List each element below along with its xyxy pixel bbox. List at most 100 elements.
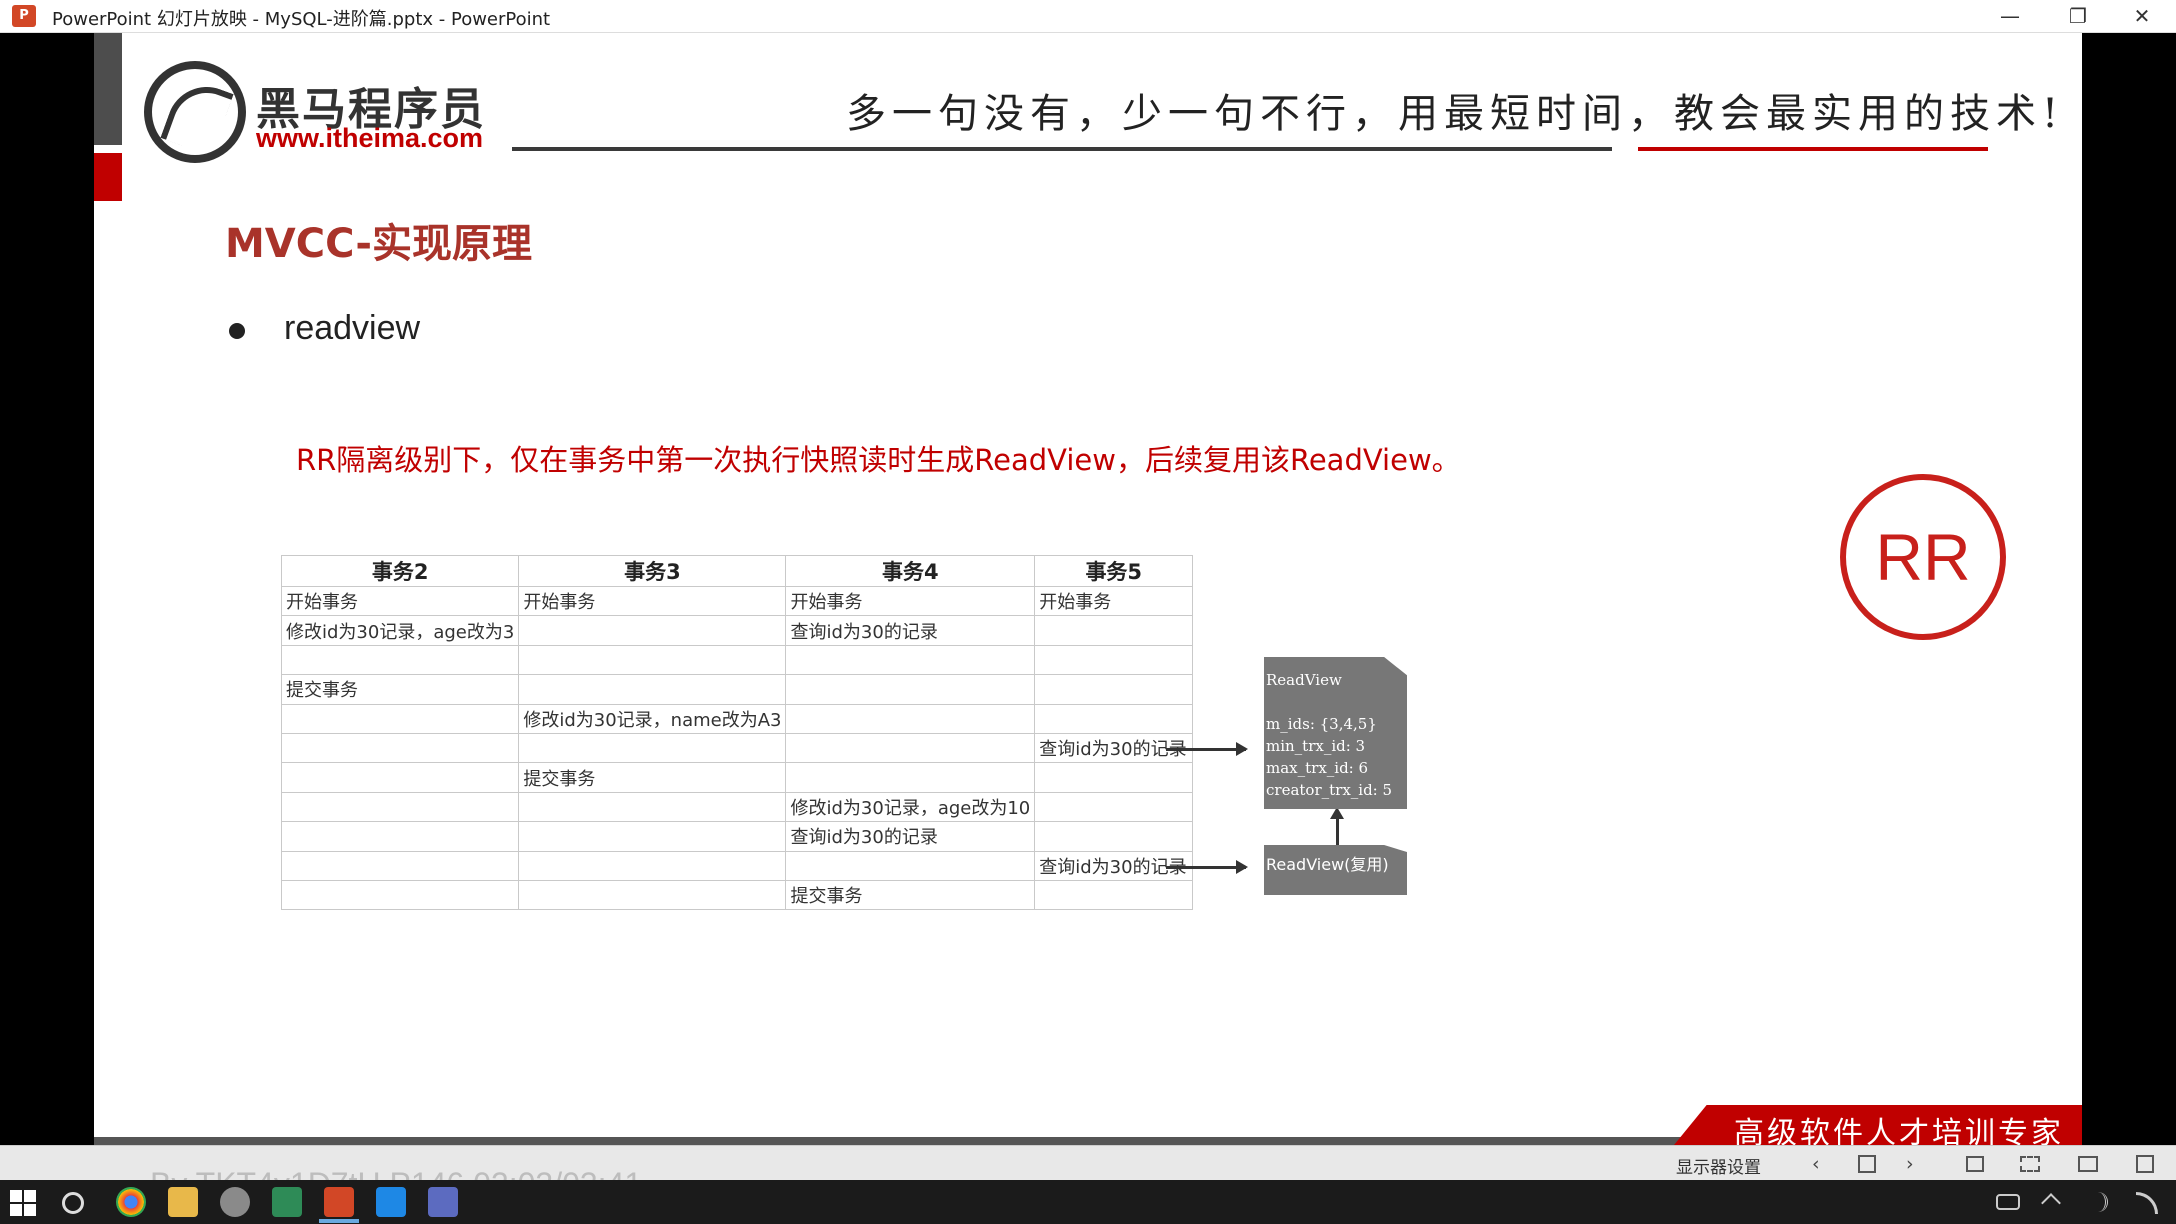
table-cell: 开始事务 (1034, 585, 1194, 617)
table-row: 修改id为30记录，age改为3 查询id为30的记录 (280, 615, 1194, 646)
table-cell (280, 732, 520, 764)
table-cell (518, 791, 787, 823)
table-row: 修改id为30记录，name改为A3 (280, 703, 1194, 734)
table-header-cell: 事务3 (518, 555, 787, 587)
table-row: 提交事务 (280, 879, 1194, 911)
table-cell: 修改id为30记录，age改为10 (785, 791, 1036, 823)
table-cell (1034, 791, 1194, 823)
readview-reuse-box: ReadView(复用) (1264, 845, 1407, 895)
readview-max-trx-id: max_trx_id: 6 (1266, 759, 1369, 777)
logo-url: www.itheima.com (256, 123, 484, 153)
bullet-text: readview (284, 309, 421, 347)
next-slide-button[interactable]: › (1906, 1153, 1914, 1175)
table-cell (1034, 644, 1194, 676)
table-cell (280, 850, 520, 881)
readview-creator-trx-id: creator_trx_id: 5 (1266, 781, 1393, 799)
table-row (280, 644, 1194, 676)
table-cell: 提交事务 (518, 762, 787, 793)
table-row: 提交事务 (280, 762, 1194, 793)
table-cell: 提交事务 (785, 879, 1036, 911)
normal-view-icon[interactable] (1966, 1156, 1984, 1172)
table-header-row: 事务2 事务3 事务4 事务5 (280, 555, 1194, 587)
table-cell: 开始事务 (518, 585, 787, 617)
transaction-table: 事务2 事务3 事务4 事务5 开始事务 开始事务 开始事务 开始事务 修改id为30记… (280, 555, 1194, 911)
table-cell (785, 703, 1036, 734)
table-cell: 开始事务 (785, 585, 1036, 617)
table-cell (1034, 674, 1194, 705)
table-cell: 修改id为30记录，name改为A3 (518, 703, 787, 734)
table-cell (518, 732, 787, 764)
table-cell (785, 732, 1036, 764)
windows-start-icon[interactable] (10, 1190, 36, 1216)
table-cell (518, 644, 787, 676)
side-bar-red (94, 153, 122, 201)
table-cell: 查询id为30的记录 (785, 821, 1036, 852)
minimize-button[interactable]: — (1980, 0, 2040, 33)
table-cell (785, 674, 1036, 705)
file-explorer-icon[interactable] (168, 1187, 198, 1217)
table-cell (280, 703, 520, 734)
table-cell (1034, 821, 1194, 852)
table-cell: 修改id为30记录，age改为3 (280, 615, 520, 646)
horse-logo-icon (144, 61, 246, 163)
table-row: 查询id为30的记录 (280, 850, 1194, 881)
restore-button[interactable]: ❐ (2048, 0, 2108, 33)
table-cell (518, 879, 787, 911)
reuse-arrow (1330, 807, 1344, 845)
table-row: 查询id为30的记录 (280, 732, 1194, 764)
table-cell (280, 879, 520, 911)
readview-box: ReadView m_ids: {3,4,5} min_trx_id: 3 ma… (1264, 657, 1407, 809)
table-cell (518, 850, 787, 881)
reading-view-icon[interactable] (2078, 1156, 2098, 1172)
active-app-indicator (319, 1219, 359, 1223)
table-cell (1034, 879, 1194, 911)
table-cell (280, 821, 520, 852)
table-row: 提交事务 (280, 674, 1194, 705)
table-cell (1034, 615, 1194, 646)
display-settings-button[interactable]: 显示器设置 (1676, 1153, 1761, 1178)
table-cell (280, 644, 520, 676)
screen: P PowerPoint 幻灯片放映 - MySQL-进阶篇.pptx - Po… (0, 0, 2176, 1224)
rr-note: RR隔离级别下，仅在事务中第一次执行快照读时生成ReadView，后续复用该Re… (296, 443, 1461, 477)
slide-sorter-icon[interactable] (1858, 1155, 1876, 1173)
search-icon[interactable] (62, 1192, 84, 1214)
editor-icon[interactable] (376, 1187, 406, 1217)
powerpoint-icon: P (12, 5, 36, 27)
table-row: 开始事务 开始事务 开始事务 开始事务 (280, 585, 1194, 617)
bullet-icon (229, 323, 245, 339)
keyboard-icon[interactable] (1996, 1194, 2020, 1210)
table-cell (518, 615, 787, 646)
close-button[interactable]: ✕ (2112, 0, 2172, 33)
table-cell (1034, 703, 1194, 734)
table-cell (1034, 762, 1194, 793)
sorter-view-icon[interactable] (2020, 1156, 2040, 1172)
prev-slide-button[interactable]: ‹ (1812, 1153, 1820, 1175)
readview-min-trx-id: min_trx_id: 3 (1266, 737, 1366, 755)
volume-icon[interactable] (2088, 1192, 2108, 1212)
readview-title: ReadView (1266, 671, 1342, 689)
table-cell: 提交事务 (280, 674, 520, 705)
slide[interactable]: 黑马程序员 www.itheima.com 多一句没有，少一句不行，用最短时间，… (94, 33, 2082, 1145)
rr-badge: RR (1840, 474, 2006, 640)
table-header-cell: 事务4 (785, 555, 1036, 587)
powerpoint-taskbar-icon[interactable] (324, 1187, 354, 1217)
slideshow-view-icon[interactable] (2136, 1155, 2154, 1173)
spreadsheet-icon[interactable] (272, 1187, 302, 1217)
remote-desktop-icon[interactable] (428, 1187, 458, 1217)
arrow-to-readview (1166, 742, 1248, 756)
app-icon[interactable] (220, 1187, 250, 1217)
table-header-cell: 事务5 (1034, 555, 1194, 587)
arrow-to-readview-reuse (1166, 860, 1248, 874)
slogan: 多一句没有，少一句不行，用最短时间，教会最实用的技术! (846, 91, 2065, 137)
table-cell (518, 674, 787, 705)
table-cell (785, 762, 1036, 793)
chrome-icon[interactable] (116, 1187, 146, 1217)
window-titlebar: P PowerPoint 幻灯片放映 - MySQL-进阶篇.pptx - Po… (0, 0, 2176, 33)
table-cell: 开始事务 (280, 585, 520, 617)
slide-title: MVCC-实现原理 (225, 221, 532, 267)
header-rule (512, 147, 1612, 151)
table-cell (280, 762, 520, 793)
table-cell (785, 850, 1036, 881)
table-cell (280, 791, 520, 823)
side-bar-gray (94, 33, 122, 145)
